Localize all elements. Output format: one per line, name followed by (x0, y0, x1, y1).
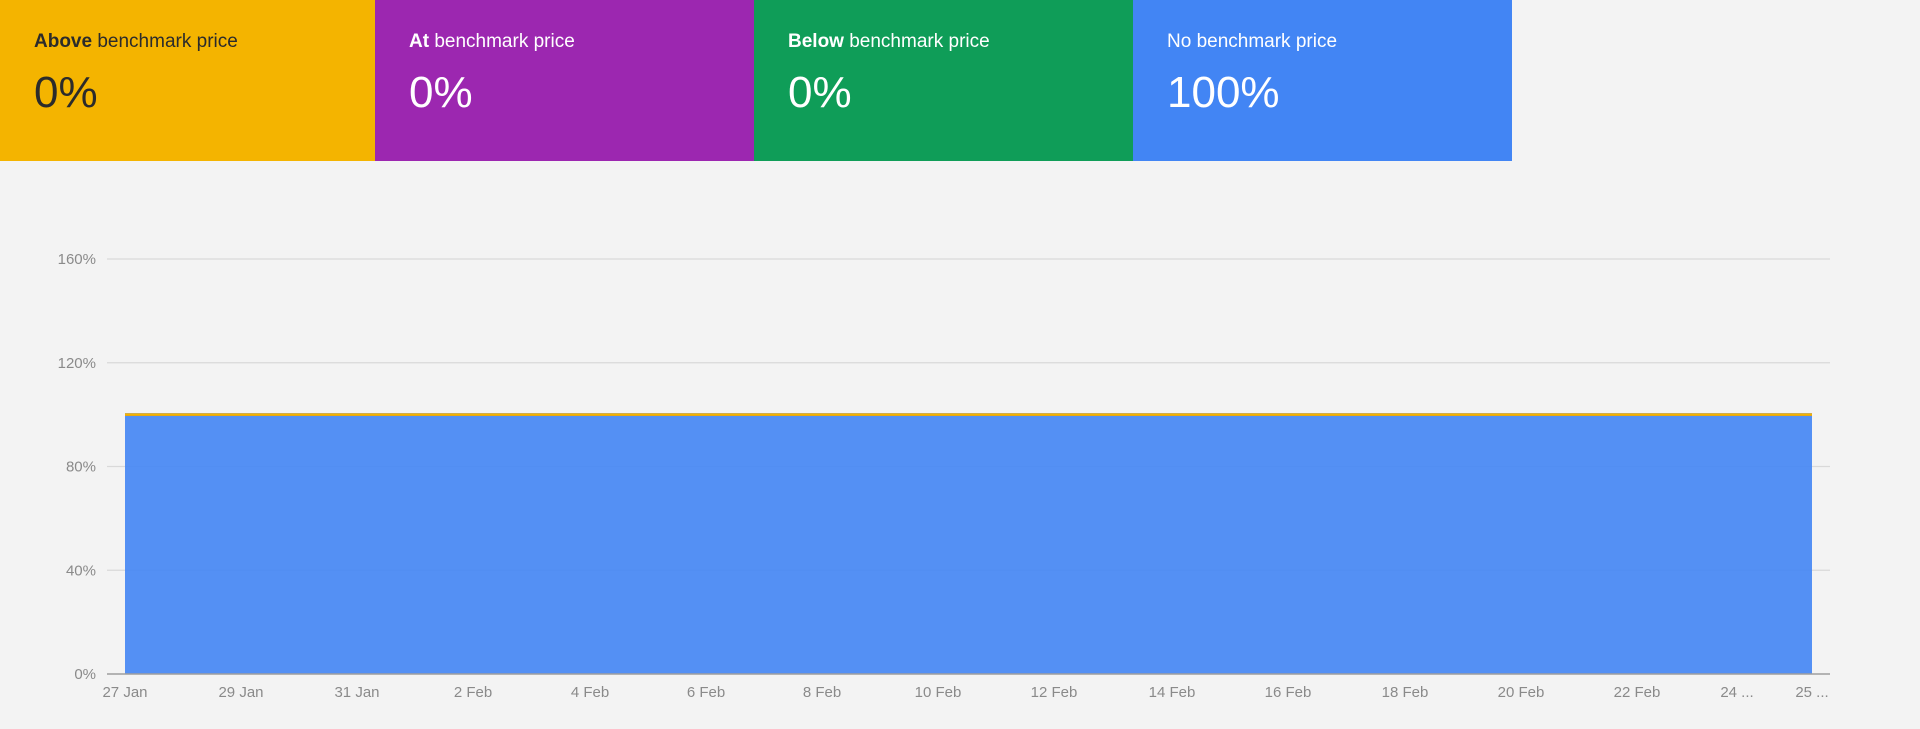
x-tick-label: 24 ... (1720, 684, 1753, 701)
y-tick-label: 120% (58, 355, 96, 372)
x-tick-label: 20 Feb (1498, 684, 1545, 701)
card-below-benchmark[interactable]: Below benchmark price 0% (754, 0, 1133, 161)
x-tick-label: 6 Feb (687, 684, 725, 701)
card-label: At benchmark price (409, 30, 754, 54)
x-tick-label: 29 Jan (218, 684, 263, 701)
card-label-rest: benchmark price (843, 31, 990, 52)
x-tick-label: 14 Feb (1149, 684, 1196, 701)
x-tick-label: 12 Feb (1031, 684, 1078, 701)
x-tick-label: 2 Feb (454, 684, 492, 701)
card-value: 0% (34, 68, 98, 117)
y-tick-label: 80% (66, 459, 96, 476)
card-at-benchmark[interactable]: At benchmark price 0% (375, 0, 754, 161)
x-tick-label: 10 Feb (915, 684, 962, 701)
card-label-rest: No benchmark price (1167, 31, 1338, 52)
y-tick-label: 0% (74, 666, 96, 683)
card-no-benchmark[interactable]: No benchmark price 100% (1133, 0, 1512, 161)
x-tick-label: 8 Feb (803, 684, 841, 701)
card-label-bold: Above (34, 31, 93, 52)
card-value: 100% (1167, 68, 1280, 117)
y-tick-label: 160% (58, 251, 96, 268)
card-label-rest: benchmark price (92, 31, 238, 52)
card-label: Below benchmark price (788, 30, 1133, 54)
x-axis-ticks: 27 Jan 29 Jan 31 Jan 2 Feb 4 Feb 6 Feb 8 Feb 10… (102, 684, 1828, 701)
chart-areas (125, 413, 1812, 674)
x-tick-label: 22 Feb (1614, 684, 1661, 701)
card-value: 0% (409, 68, 473, 117)
card-label-bold: At (409, 31, 430, 52)
x-tick-label: 18 Feb (1382, 684, 1429, 701)
x-tick-label: 31 Jan (334, 684, 379, 701)
x-tick-label: 4 Feb (571, 684, 609, 701)
x-tick-label: 25 ... (1795, 684, 1828, 701)
y-axis-ticks: 0% 40% 80% 120% 160% (58, 251, 96, 683)
card-label: Above benchmark price (34, 30, 375, 54)
area-series (125, 414, 1812, 674)
card-label: No benchmark price (1167, 30, 1512, 54)
card-above-benchmark[interactable]: Above benchmark price 0% (0, 0, 375, 161)
x-tick-label: 27 Jan (102, 684, 147, 701)
x-tick-label: 16 Feb (1265, 684, 1312, 701)
card-label-bold: Below (788, 31, 844, 52)
y-tick-label: 40% (66, 562, 96, 579)
benchmark-chart: 0% 40% 80% 120% 160% 27 Jan 29 Jan 31 Jan 2 Feb… (0, 161, 1920, 724)
card-label-rest: benchmark price (429, 31, 575, 52)
area-chart-svg: 0% 40% 80% 120% 160% 27 Jan 29 Jan 31 Jan 2 Feb… (58, 251, 1830, 701)
benchmark-summary-cards: Above benchmark price 0% At benchmark pr… (0, 0, 1512, 161)
card-value: 0% (788, 68, 852, 117)
